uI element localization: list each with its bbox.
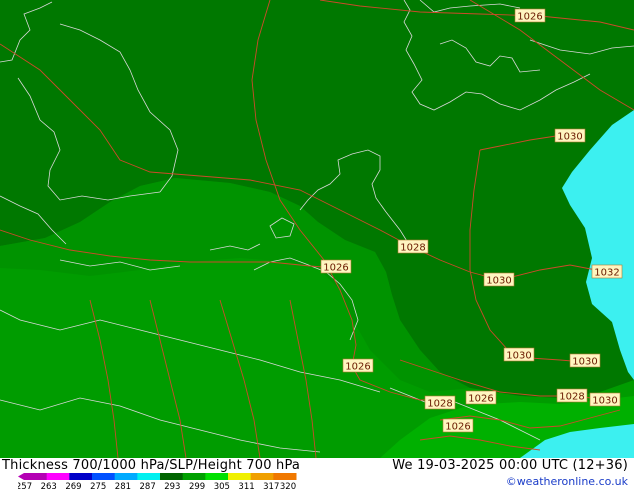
scale-swatch — [46, 473, 70, 480]
svg-text:1028: 1028 — [400, 243, 425, 254]
svg-text:1026: 1026 — [345, 362, 370, 373]
credit-link[interactable]: ©weatheronline.co.uk — [506, 475, 628, 488]
scale-tick-label: 299 — [189, 482, 205, 490]
color-scale: 257 263 269 275 281 287 293 299 305 311 317 320 — [18, 473, 297, 490]
svg-text:1028: 1028 — [559, 392, 584, 403]
svg-text:1026: 1026 — [445, 422, 470, 433]
scale-swatch — [114, 473, 138, 480]
svg-text:1032: 1032 — [594, 268, 619, 279]
scale-tick-label: 281 — [115, 482, 131, 490]
scale-tick-label: 293 — [164, 482, 180, 490]
scale-tick-label: 320 — [280, 482, 296, 490]
map-title: Thickness 700/1000 hPa/SLP/Height 700 hP… — [2, 458, 301, 473]
svg-text:1030: 1030 — [506, 351, 531, 362]
isobar-label: 1026 — [442, 418, 474, 433]
scale-tick-label: 311 — [238, 482, 254, 490]
scale-swatch — [182, 473, 206, 480]
isobar-label: 1030 — [503, 347, 535, 362]
svg-text:1026: 1026 — [323, 263, 348, 274]
svg-text:1030: 1030 — [572, 357, 597, 368]
scale-tick-label: 317 — [263, 482, 279, 490]
isobar-label: 1028 — [556, 388, 588, 403]
isobar-label: 1032 — [591, 264, 623, 279]
svg-text:1026: 1026 — [517, 12, 542, 23]
isobar-label: 1030 — [483, 272, 515, 287]
scale-swatch — [92, 473, 116, 480]
svg-text:1030: 1030 — [557, 132, 582, 143]
scale-swatch — [24, 473, 48, 480]
scale-swatch — [69, 473, 93, 480]
scale-tick-label: 257 — [18, 482, 32, 490]
isobar-label: 1026 — [465, 390, 497, 405]
scale-tick-label: 305 — [214, 482, 230, 490]
scale-tick-label: 275 — [90, 482, 106, 490]
weather-map: 1026 1030 1028 1026 1030 1032 1026 1030 — [0, 0, 634, 458]
scale-tick-label: 269 — [65, 482, 81, 490]
isobar-label: 1030 — [589, 392, 621, 407]
scale-tick-label: 287 — [140, 482, 156, 490]
scale-swatch — [273, 473, 297, 480]
scale-swatch — [137, 473, 161, 480]
scale-swatch — [250, 473, 274, 480]
isobar-label: 1030 — [554, 128, 586, 143]
svg-text:1030: 1030 — [592, 396, 617, 407]
scale-arrow — [18, 473, 24, 480]
svg-text:1030: 1030 — [486, 276, 511, 287]
svg-text:1028: 1028 — [427, 399, 452, 410]
scale-tick-label: 263 — [41, 482, 57, 490]
isobar-label: 1026 — [514, 8, 546, 23]
footer: Thickness 700/1000 hPa/SLP/Height 700 hP… — [0, 458, 634, 490]
scale-swatch — [228, 473, 252, 480]
scale-swatch — [160, 473, 184, 480]
isobar-label: 1026 — [342, 358, 374, 373]
isobar-label: 1026 — [320, 259, 352, 274]
valid-time: We 19-03-2025 00:00 UTC (12+36) — [392, 458, 628, 473]
isobar-label: 1028 — [397, 239, 429, 254]
isobar-label: 1030 — [569, 353, 601, 368]
scale-swatch — [205, 473, 229, 480]
isobar-label: 1028 — [424, 395, 456, 410]
svg-text:1026: 1026 — [468, 394, 493, 405]
